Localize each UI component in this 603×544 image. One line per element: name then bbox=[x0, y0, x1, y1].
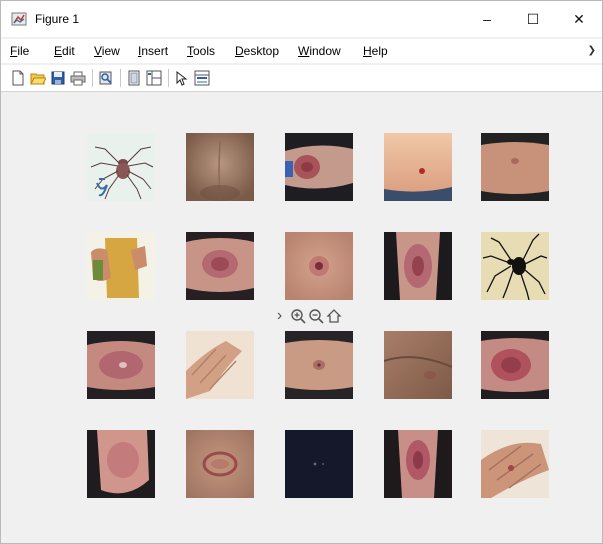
save-icon[interactable] bbox=[49, 69, 67, 87]
menu-help[interactable]: Help bbox=[363, 44, 388, 58]
print-preview-icon[interactable] bbox=[97, 69, 115, 87]
toolbar-separator bbox=[120, 69, 121, 87]
image-skin-back[interactable] bbox=[186, 133, 254, 201]
maximize-button[interactable]: ☐ bbox=[510, 1, 556, 37]
menu-overflow-icon[interactable]: ❯ bbox=[588, 45, 596, 56]
title-bar: Figure 1 – ☐ ✕ bbox=[1, 1, 602, 37]
image-leg-bruise[interactable] bbox=[87, 430, 155, 498]
image-dark-spot-image[interactable] bbox=[285, 430, 353, 498]
more-options-icon[interactable]: › bbox=[271, 307, 288, 325]
open-file-icon[interactable] bbox=[29, 69, 47, 87]
open-property-inspector-icon[interactable] bbox=[193, 69, 211, 87]
show-plot-tools-icon[interactable] bbox=[145, 69, 163, 87]
image-skin-red-dot[interactable] bbox=[384, 133, 452, 201]
menu-window[interactable]: Window bbox=[298, 44, 341, 58]
close-button[interactable]: ✕ bbox=[556, 1, 602, 37]
image-limb-red-lesion[interactable] bbox=[384, 232, 452, 300]
image-spider-illustration[interactable] bbox=[87, 133, 155, 201]
image-forearm-rash[interactable] bbox=[87, 331, 155, 399]
image-ring-lesion[interactable] bbox=[186, 430, 254, 498]
image-hand-fingers[interactable] bbox=[186, 331, 254, 399]
image-black-widow-spider[interactable] bbox=[481, 232, 549, 300]
edit-plot-icon[interactable] bbox=[173, 69, 191, 87]
image-arm-skin[interactable] bbox=[481, 133, 549, 201]
image-forearm-redness[interactable] bbox=[481, 331, 549, 399]
menu-file[interactable]: File bbox=[10, 44, 29, 58]
restore-view-icon[interactable] bbox=[325, 307, 342, 325]
print-icon[interactable] bbox=[69, 69, 87, 87]
figure-window: Figure 1 – ☐ ✕ File Edit View Insert Too… bbox=[0, 0, 603, 544]
window-title: Figure 1 bbox=[35, 12, 80, 26]
menu-edit[interactable]: Edit bbox=[54, 44, 75, 58]
image-arm-red-patch[interactable] bbox=[186, 232, 254, 300]
hide-plot-tools-icon[interactable] bbox=[125, 69, 143, 87]
menu-insert[interactable]: Insert bbox=[138, 44, 168, 58]
image-leg-lesion[interactable] bbox=[384, 430, 452, 498]
menu-desktop[interactable]: Desktop bbox=[235, 44, 279, 58]
menu-bar: File Edit View Insert Tools Desktop Wind… bbox=[1, 39, 602, 63]
image-arm-bite-small[interactable] bbox=[285, 331, 353, 399]
menu-view[interactable]: View bbox=[94, 44, 120, 58]
toolbar-separator bbox=[92, 69, 93, 87]
image-wrist-skin[interactable] bbox=[384, 331, 452, 399]
zoom-in-icon[interactable] bbox=[289, 307, 306, 325]
matlab-figure-icon bbox=[11, 11, 27, 27]
image-hand-bite[interactable] bbox=[481, 430, 549, 498]
figure-canvas: › bbox=[1, 92, 602, 543]
zoom-out-icon[interactable] bbox=[307, 307, 324, 325]
image-skin-bite-center[interactable] bbox=[285, 232, 353, 300]
figure-toolbar bbox=[1, 65, 602, 92]
image-arm-bite-mark[interactable] bbox=[285, 133, 353, 201]
axes-toolbar: › bbox=[271, 306, 342, 326]
image-hand-with-medication[interactable] bbox=[87, 232, 155, 300]
minimize-button[interactable]: – bbox=[464, 1, 510, 37]
toolbar-separator bbox=[168, 69, 169, 87]
new-figure-icon[interactable] bbox=[9, 69, 27, 87]
menu-tools[interactable]: Tools bbox=[187, 44, 215, 58]
